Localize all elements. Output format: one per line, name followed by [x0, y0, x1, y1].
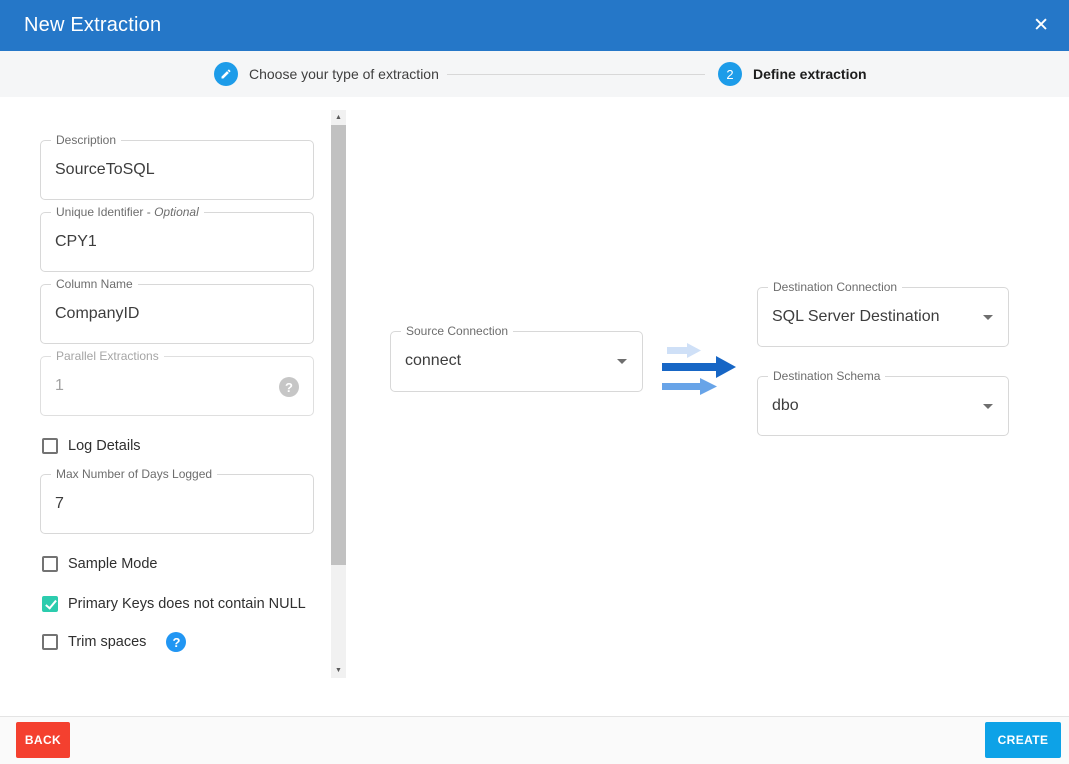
source-connection-select[interactable]: Source Connection connect	[390, 331, 643, 392]
sample-mode-label: Sample Mode	[68, 556, 157, 572]
help-icon[interactable]: ?	[279, 377, 299, 397]
trim-spaces-label: Trim spaces	[68, 634, 146, 650]
stepper-connector-line	[447, 74, 705, 75]
unique-identifier-label: Unique Identifier - Optional	[51, 205, 204, 219]
column-name-value[interactable]: CompanyID	[55, 305, 139, 323]
primary-keys-checkbox[interactable]	[42, 596, 58, 612]
column-name-label: Column Name	[51, 277, 138, 291]
destination-schema-value[interactable]: dbo	[772, 397, 799, 415]
new-extraction-dialog: New Extraction ✕ Choose your type of ext…	[0, 0, 1069, 764]
stepper: Choose your type of extraction 2 Define …	[0, 51, 1069, 97]
log-details-label: Log Details	[68, 438, 141, 454]
log-details-checkbox-row[interactable]: Log Details	[40, 436, 314, 456]
max-days-logged-field[interactable]: Max Number of Days Logged 7	[40, 474, 314, 534]
chevron-down-icon	[617, 359, 627, 364]
source-connection-label: Source Connection	[401, 324, 513, 338]
primary-keys-label: Primary Keys does not contain NULL	[68, 596, 306, 612]
unique-identifier-value[interactable]: CPY1	[55, 233, 97, 251]
unique-identifier-field[interactable]: Unique Identifier - Optional CPY1	[40, 212, 314, 272]
step2-circle[interactable]: 2	[718, 62, 742, 86]
extraction-settings-panel: Description SourceToSQL Unique Identifie…	[40, 140, 314, 652]
back-button[interactable]: BACK	[16, 722, 70, 758]
left-panel-scrollbar[interactable]: ▲ ▼	[331, 110, 346, 678]
step1-label[interactable]: Choose your type of extraction	[249, 51, 439, 97]
step2-label: Define extraction	[753, 51, 867, 97]
parallel-extractions-label: Parallel Extractions	[51, 349, 164, 363]
sample-mode-checkbox-row[interactable]: Sample Mode	[40, 554, 314, 574]
dialog-header: New Extraction ✕	[0, 0, 1069, 51]
description-label: Description	[51, 133, 121, 147]
step1-circle[interactable]	[214, 62, 238, 86]
parallel-extractions-field: Parallel Extractions 1 ?	[40, 356, 314, 416]
parallel-extractions-value: 1	[55, 377, 64, 395]
destination-connection-value[interactable]: SQL Server Destination	[772, 308, 939, 326]
column-name-field[interactable]: Column Name CompanyID	[40, 284, 314, 344]
pencil-icon	[220, 68, 232, 80]
sample-mode-checkbox[interactable]	[42, 556, 58, 572]
trim-spaces-checkbox-row[interactable]: Trim spaces ?	[40, 632, 314, 652]
log-details-checkbox[interactable]	[42, 438, 58, 454]
dialog-footer: BACK CREATE	[0, 716, 1069, 764]
help-icon[interactable]: ?	[166, 632, 186, 652]
chevron-down-icon	[983, 315, 993, 320]
max-days-logged-label: Max Number of Days Logged	[51, 467, 217, 481]
trim-spaces-checkbox[interactable]	[42, 634, 58, 650]
dialog-title: New Extraction	[24, 14, 161, 37]
scrollbar-thumb[interactable]	[331, 125, 346, 565]
create-button[interactable]: CREATE	[985, 722, 1061, 758]
scroll-up-icon[interactable]: ▲	[331, 110, 346, 125]
description-value[interactable]: SourceToSQL	[55, 161, 155, 179]
destination-connection-select[interactable]: Destination Connection SQL Server Destin…	[757, 287, 1009, 347]
scroll-down-icon[interactable]: ▼	[331, 663, 346, 678]
primary-keys-checkbox-row[interactable]: Primary Keys does not contain NULL	[40, 594, 314, 614]
description-field[interactable]: Description SourceToSQL	[40, 140, 314, 200]
close-icon[interactable]: ✕	[1027, 10, 1055, 41]
chevron-down-icon	[983, 404, 993, 409]
max-days-logged-value[interactable]: 7	[55, 495, 64, 513]
transfer-arrows-icon	[661, 336, 737, 402]
destination-connection-label: Destination Connection	[768, 280, 902, 294]
source-connection-value[interactable]: connect	[405, 352, 461, 370]
destination-schema-select[interactable]: Destination Schema dbo	[757, 376, 1009, 436]
destination-schema-label: Destination Schema	[768, 369, 885, 383]
